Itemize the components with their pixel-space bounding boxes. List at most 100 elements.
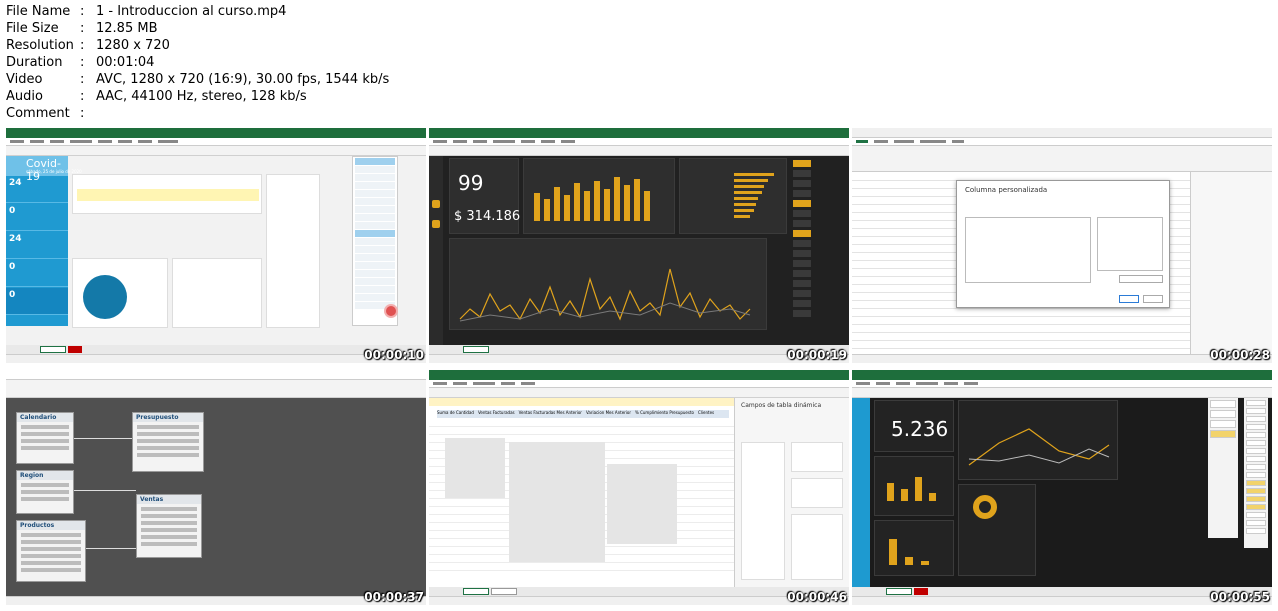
daily-line-chart [459,268,751,322]
sheet-tabs [429,345,849,354]
country-filter-pane[interactable] [352,156,398,326]
status-bar [429,354,849,363]
sheet-tab-tablas[interactable] [491,588,517,595]
pq-menu-bar [852,138,1272,146]
excel-menu-bar [6,138,426,146]
excel-title-bar [429,128,849,138]
record-icon [384,304,398,318]
dashboard-canvas: 99 $ 314.186 [429,156,849,345]
info-key: Comment [6,106,70,121]
sheet-tab-dashboard[interactable] [886,588,912,595]
thumbnail-5[interactable]: Suma de Cantidad Ventas Facturadas Venta… [429,370,849,605]
side-menu [429,156,443,345]
info-separator: : [80,72,85,87]
info-key: Video [6,72,43,87]
info-separator: : [80,4,85,19]
info-value: 1280 x 720 [96,38,170,53]
top-countries-card [172,258,262,328]
monthly-chart-panel [523,158,675,234]
pq-title-bar [852,128,1272,138]
info-row-file-name: File Name : 1 - Introduccion al curso.mp… [6,3,389,20]
excel-ribbon [429,146,849,156]
sheet-tabs [852,587,1272,596]
fields-list[interactable] [741,442,785,580]
table-ventas[interactable]: Ventas [136,494,202,558]
side-strip [852,398,870,587]
excel-ribbon [6,146,426,156]
info-row-file-size: File Size : 12.85 MB [6,20,389,37]
formula-box[interactable] [965,217,1091,283]
sheet-tabs [429,587,849,596]
table-calendario[interactable]: Calendario [16,412,74,464]
tools-icon [432,220,440,228]
thumbnail-6[interactable]: 5.236 00:00:55 [852,370,1272,605]
pivot-header-row: Suma de Cantidad Ventas Facturadas Venta… [437,410,729,418]
sheet-tab-dashboard[interactable] [40,346,66,353]
pivot-fields-pane[interactable]: Campos de tabla dinámica [734,398,849,587]
info-separator: : [80,89,85,104]
products-sold-panel: 5.236 [874,400,954,452]
clients-value: 99 [458,171,484,195]
cancel-button[interactable] [1143,295,1163,303]
table-presupuesto[interactable]: Presupuesto [132,412,204,472]
thumbnail-3[interactable]: Columna personalizada 00:00:28 [852,128,1272,363]
info-key: Resolution [6,38,74,53]
pp-ribbon [6,380,426,398]
worksheet-grid: Suma de Cantidad Ventas Facturadas Venta… [429,398,734,587]
filters-box[interactable] [791,442,843,472]
file-info: File Name : 1 - Introduccion al curso.mp… [6,3,389,122]
thumbnail-2[interactable]: 99 $ 314.186 00:00:19 [429,128,849,363]
custom-column-dialog[interactable]: Columna personalizada [956,180,1170,308]
donut-chart [973,495,997,519]
info-value: AAC, 44100 Hz, stereo, 128 kb/s [96,89,307,104]
sheet-tab-datos[interactable] [914,588,928,595]
dashboard-canvas: Covid-19 sábado, 25 de julio de 2020 24 … [6,156,426,345]
pq-ribbon [852,146,1272,172]
info-separator: : [80,55,85,70]
columns-list[interactable] [1097,217,1163,271]
kpi-recovered: 24 [6,232,68,259]
thumbnail-4[interactable]: Calendario Presupuesto Region Ventas Pro… [6,370,426,605]
donut-chart [83,275,127,319]
dashboard-canvas: 5.236 [852,398,1272,587]
excel-title-bar [852,370,1272,380]
segment-panel [874,456,954,516]
values-box[interactable] [791,514,843,580]
diagram-view: Calendario Presupuesto Region Ventas Pro… [6,398,426,596]
info-separator: : [80,38,85,53]
client-type-panel [874,520,954,576]
sheet-tab-dashboard[interactable] [463,588,489,595]
info-row-comment: Comment : [6,105,389,122]
excel-menu-bar [852,380,1272,388]
pivot-pane-title: Campos de tabla dinámica [741,402,822,409]
timestamp: 00:00:19 [787,348,847,362]
info-row-duration: Duration : 00:01:04 [6,54,389,71]
year-slicer[interactable] [1208,398,1238,538]
clients-panel: 99 $ 314.186 [449,158,520,234]
timestamp: 00:00:28 [1210,348,1270,362]
kpi-confirmed: 24 [6,176,68,203]
info-key: File Name [6,4,71,19]
table-region[interactable]: Region [16,470,74,514]
weekly-sales-panel [958,400,1118,480]
columns-box[interactable] [791,478,843,508]
info-value: AVC, 1280 x 720 (16:9), 30.00 fps, 1544 … [96,72,390,87]
insert-button[interactable] [1119,275,1163,283]
status-bar [429,596,849,605]
relation-line [86,548,136,549]
month-slicer[interactable] [1244,398,1268,548]
message-bar [429,398,734,406]
table-productos[interactable]: Productos [16,520,86,582]
excel-title-bar [429,370,849,380]
status-bar [852,354,1272,363]
info-key: Duration [6,55,63,70]
thumbnail-1[interactable]: Covid-19 sábado, 25 de julio de 2020 24 … [6,128,426,363]
top10-clients-panel [679,158,787,234]
info-row-audio: Audio : AAC, 44100 Hz, stereo, 128 kb/s [6,88,389,105]
status-bar [6,354,426,363]
sheet-tab-dashboard[interactable] [463,346,489,353]
ok-button[interactable] [1119,295,1139,303]
query-settings-pane [1190,172,1272,354]
sheet-tab-datos[interactable] [68,346,82,353]
kpi-value: 5.236 [891,417,949,441]
